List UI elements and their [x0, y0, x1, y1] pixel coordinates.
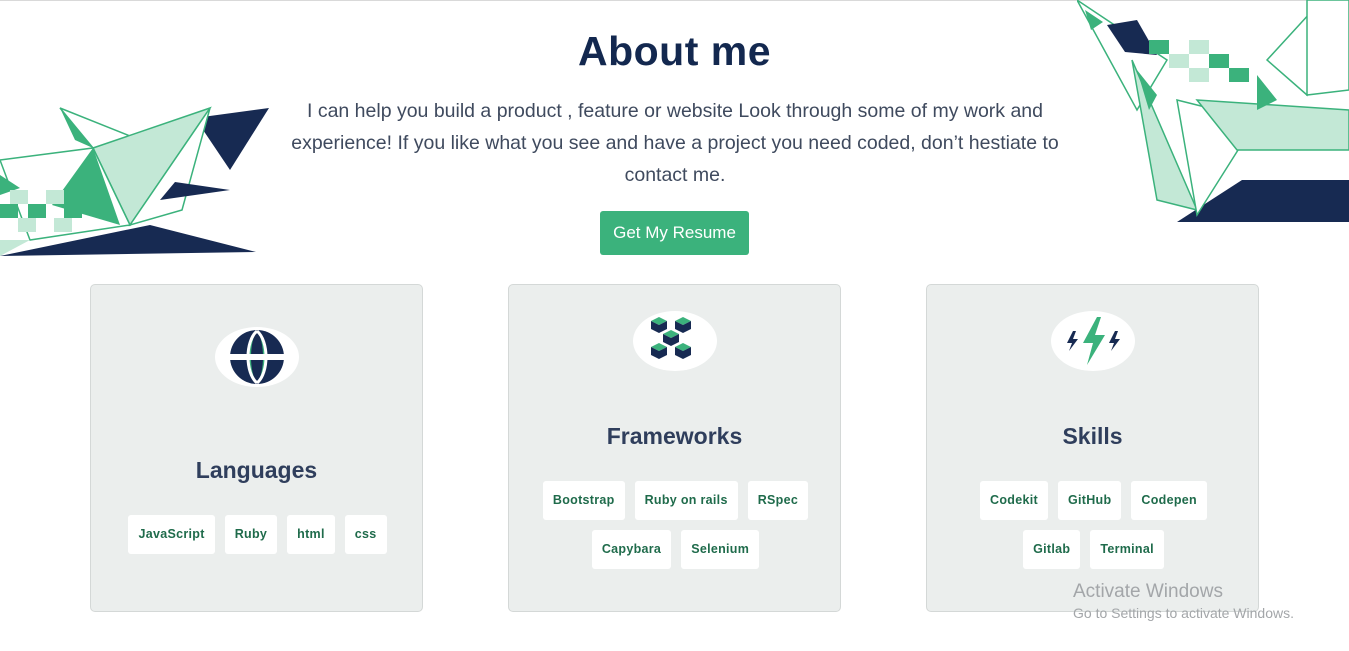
origami-crane-left-illustration: [0, 106, 269, 256]
skills-title: Skills: [1062, 423, 1123, 449]
intro-text: I can help you build a product , feature…: [291, 100, 1059, 186]
frameworks-tag-list: Bootstrap Ruby on rails RSpec Capybara S…: [529, 481, 822, 569]
lightning-icon: [1067, 317, 1120, 365]
languages-tag-list: JavaScript Ruby html css: [111, 515, 404, 554]
tag-terminal[interactable]: Terminal: [1090, 530, 1164, 569]
tag-html[interactable]: html: [287, 515, 335, 554]
skills-card: Skills Codekit GitHub Codepen Gitlab Ter…: [926, 284, 1259, 612]
tag-ruby[interactable]: Ruby: [224, 515, 278, 554]
languages-title: Languages: [195, 457, 318, 483]
watermark-subtitle: Go to Settings to activate Windows.: [1073, 605, 1294, 621]
tag-javascript[interactable]: JavaScript: [128, 515, 215, 554]
languages-card: Languages JavaScript Ruby html css: [90, 284, 423, 612]
cubes-icon-badge: [633, 311, 717, 371]
tag-bootstrap[interactable]: Bootstrap: [542, 481, 625, 520]
tag-rspec[interactable]: RSpec: [747, 481, 809, 520]
tag-codepen[interactable]: Codepen: [1131, 481, 1207, 520]
tag-github[interactable]: GitHub: [1057, 481, 1122, 520]
cubes-icon: [651, 317, 691, 359]
skills-tag-list: Codekit GitHub Codepen Gitlab Terminal: [947, 481, 1240, 569]
globe-icon-badge: [215, 327, 299, 387]
tag-ruby-on-rails[interactable]: Ruby on rails: [634, 481, 738, 520]
frameworks-card: Frameworks Bootstrap Ruby on rails RSpec…: [508, 284, 841, 612]
page-title: About me: [577, 28, 772, 74]
watermark-title: Activate Windows: [1073, 581, 1223, 602]
lightning-icon-badge: [1051, 311, 1135, 371]
tag-codekit[interactable]: Codekit: [980, 481, 1048, 520]
globe-icon: [230, 329, 284, 385]
tag-gitlab[interactable]: Gitlab: [1023, 530, 1081, 569]
get-resume-button[interactable]: Get My Resume: [600, 211, 749, 255]
tag-capybara[interactable]: Capybara: [591, 530, 672, 569]
tag-css[interactable]: css: [344, 515, 387, 554]
frameworks-title: Frameworks: [606, 423, 743, 449]
activate-windows-watermark: Activate Windows Go to Settings to activ…: [1073, 581, 1294, 623]
tag-selenium[interactable]: Selenium: [681, 530, 760, 569]
